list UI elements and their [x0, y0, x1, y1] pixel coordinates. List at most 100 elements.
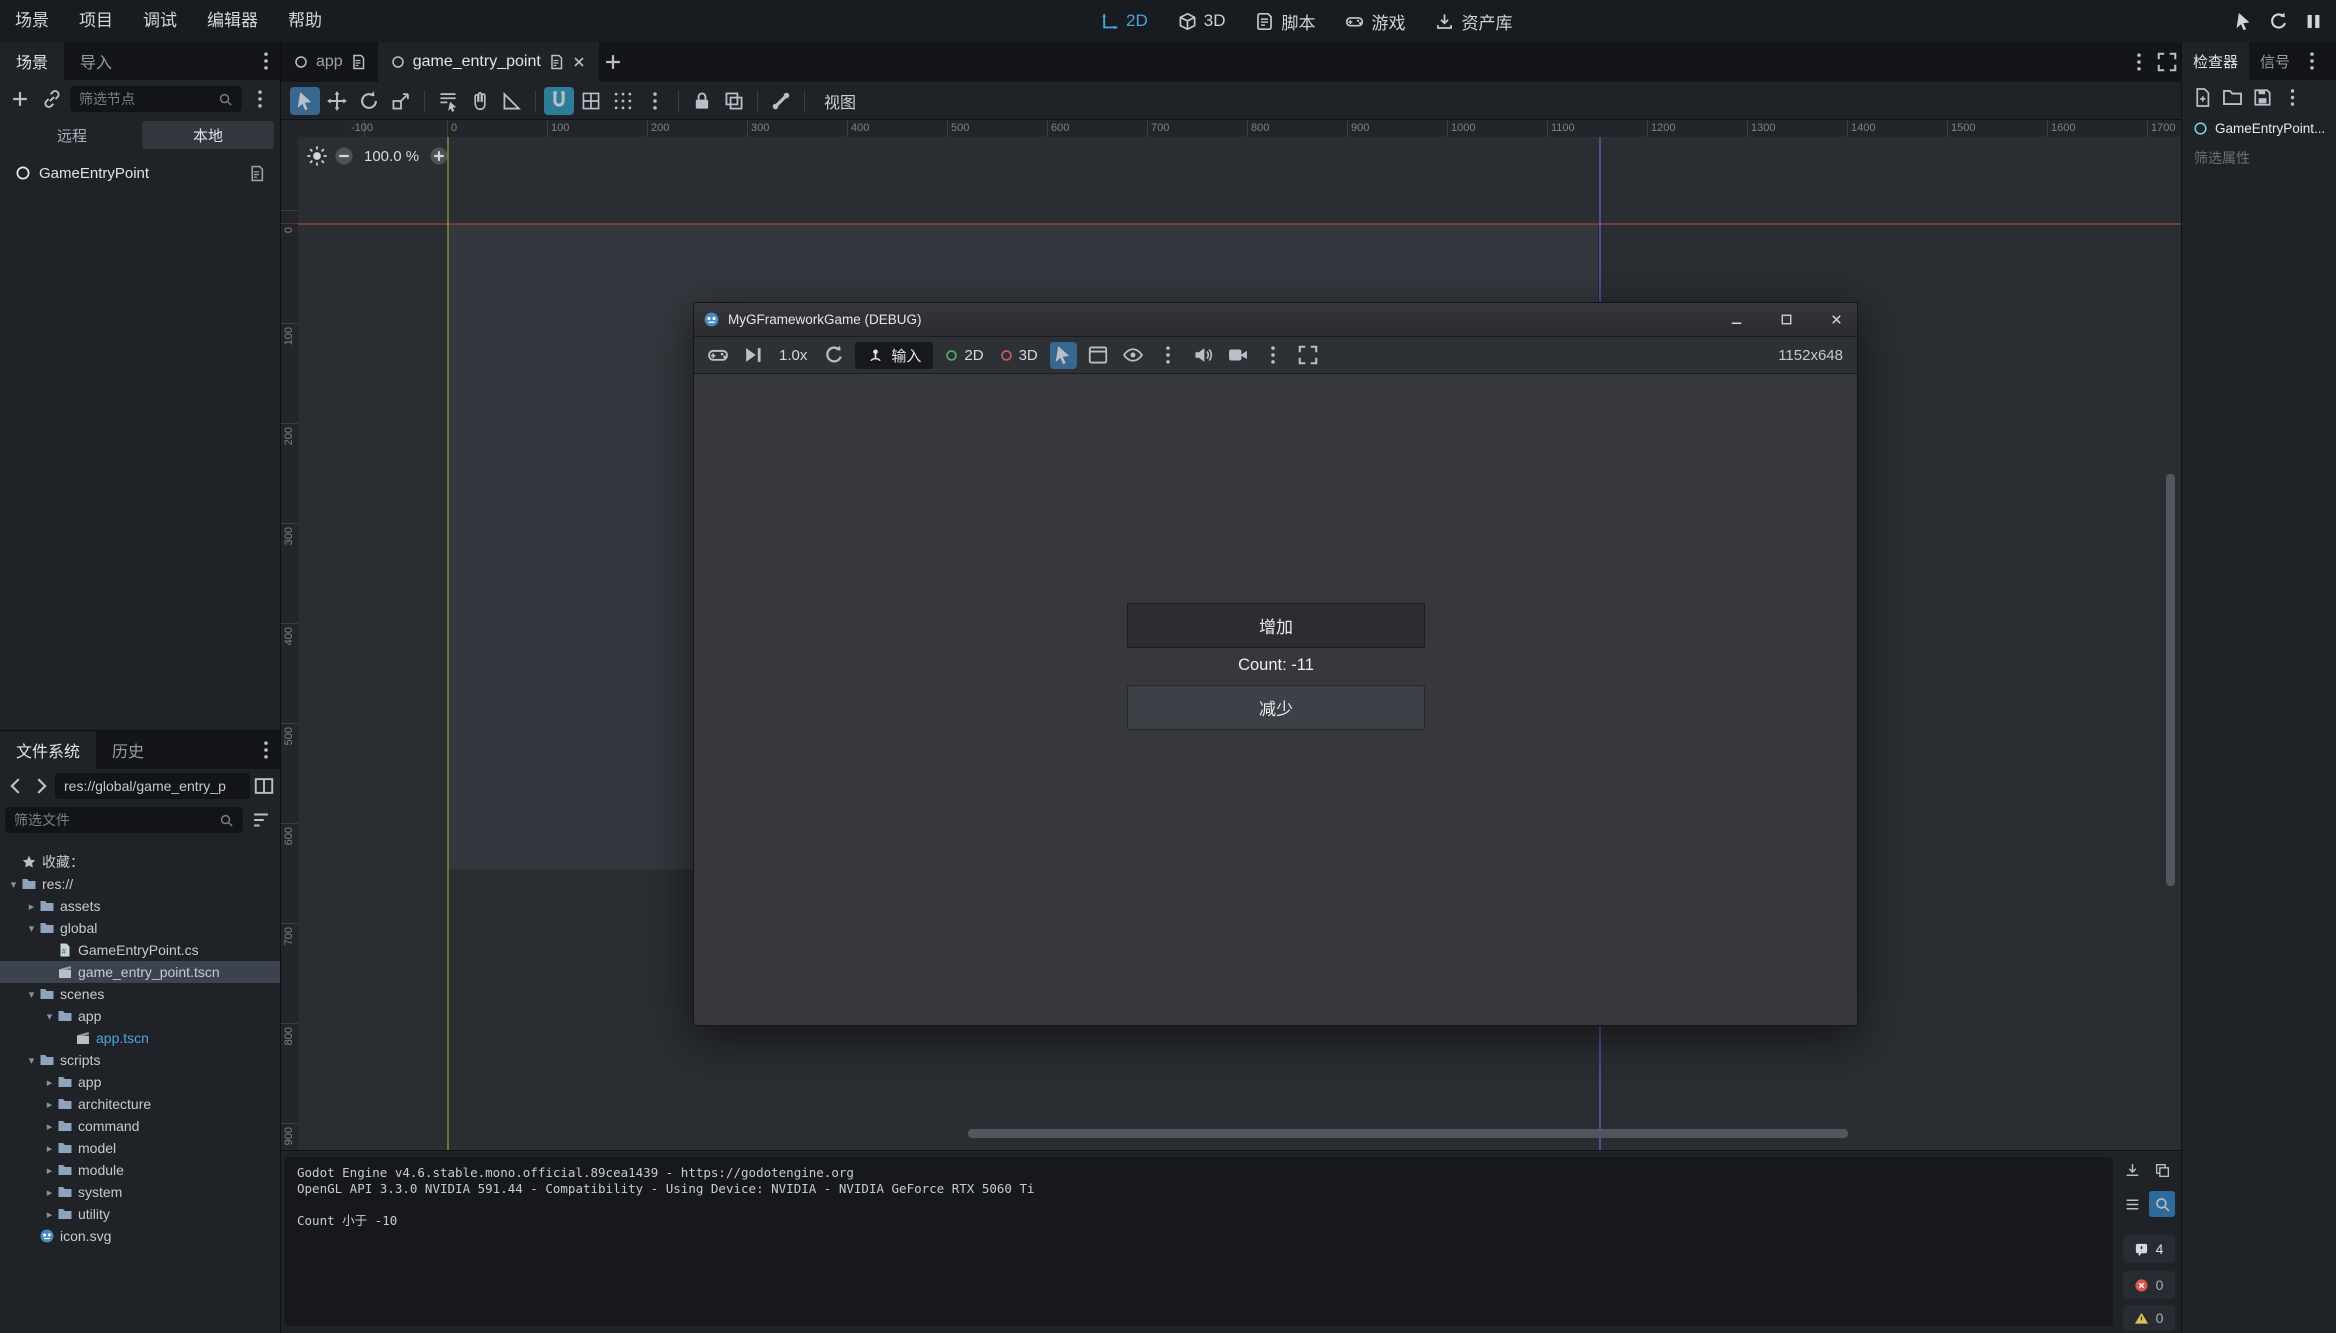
- file-row[interactable]: ▸command: [0, 1115, 280, 1137]
- file-row[interactable]: icon.svg: [0, 1225, 280, 1247]
- file-row[interactable]: game_entry_point.tscn: [0, 961, 280, 983]
- camera-override-button[interactable]: [1225, 342, 1252, 369]
- camera-options-button[interactable]: [1260, 342, 1287, 369]
- mode-3d-toggle[interactable]: 3D: [996, 347, 1042, 364]
- close-button[interactable]: [1815, 303, 1857, 336]
- game-fullscreen-button[interactable]: [1295, 342, 1322, 369]
- scale-tool-button[interactable]: [386, 87, 416, 115]
- forward-button[interactable]: [30, 775, 52, 797]
- increase-button[interactable]: 增加: [1127, 603, 1425, 648]
- output-filter-button[interactable]: [2119, 1191, 2145, 1217]
- skeleton-options-button[interactable]: [766, 87, 796, 115]
- view-menu-button[interactable]: 视图: [812, 89, 868, 113]
- file-row[interactable]: ▾app: [0, 1005, 280, 1027]
- segment-remote[interactable]: 远程: [6, 121, 138, 149]
- tree-arrow-icon[interactable]: ▾: [24, 988, 39, 1001]
- scene-tabs-menu-button[interactable]: [2125, 48, 2153, 76]
- suspend-button[interactable]: [704, 342, 731, 369]
- visibility-button[interactable]: [1120, 342, 1147, 369]
- file-row[interactable]: ▸utility: [0, 1203, 280, 1225]
- tree-arrow-icon[interactable]: ▾: [24, 1054, 39, 1067]
- ruler-tool-button[interactable]: [497, 87, 527, 115]
- workspace-2d[interactable]: 2D: [1100, 11, 1148, 31]
- tree-arrow-icon[interactable]: ▸: [42, 1120, 57, 1133]
- horizontal-scrollbar[interactable]: [968, 1129, 1848, 1138]
- file-row[interactable]: #GameEntryPoint.cs: [0, 939, 280, 961]
- file-row[interactable]: ▸system: [0, 1181, 280, 1203]
- tab-filesystem[interactable]: 文件系统: [0, 731, 96, 769]
- restart-button[interactable]: [820, 342, 847, 369]
- select-tool-button[interactable]: [290, 87, 320, 115]
- tab-signals[interactable]: 信号: [2249, 42, 2301, 80]
- zoom-level[interactable]: 100.0 %: [360, 148, 423, 165]
- copy-output-button[interactable]: [2149, 1157, 2175, 1183]
- tab-history[interactable]: 历史: [96, 731, 160, 769]
- minimize-button[interactable]: [1715, 303, 1757, 336]
- close-tab-icon[interactable]: [571, 54, 587, 70]
- smart-snap-button[interactable]: [544, 87, 574, 115]
- distraction-free-button[interactable]: [2153, 48, 2181, 76]
- tree-arrow-icon[interactable]: ▸: [42, 1186, 57, 1199]
- game-select-mode-button[interactable]: [1050, 342, 1077, 369]
- tree-arrow-icon[interactable]: ▸: [42, 1164, 57, 1177]
- file-row[interactable]: ▸architecture: [0, 1093, 280, 1115]
- reload-icon[interactable]: [2268, 11, 2289, 32]
- new-resource-icon[interactable]: [2192, 87, 2213, 108]
- workspace-assetlib[interactable]: 资产库: [1435, 9, 1512, 34]
- menu-editor[interactable]: 编辑器: [192, 0, 273, 42]
- save-resource-icon[interactable]: [2252, 87, 2273, 108]
- vertical-scrollbar[interactable]: [2166, 474, 2175, 886]
- workspace-game[interactable]: 游戏: [1345, 9, 1405, 34]
- pan-tool-button[interactable]: [465, 87, 495, 115]
- menu-scene[interactable]: 场景: [0, 0, 64, 42]
- file-row[interactable]: ▾scripts: [0, 1049, 280, 1071]
- tab-scene[interactable]: 场景: [0, 42, 64, 80]
- workspace-script[interactable]: 脚本: [1255, 9, 1315, 34]
- group-node-button[interactable]: [719, 87, 749, 115]
- next-frame-button[interactable]: [739, 342, 766, 369]
- tree-arrow-icon[interactable]: ▸: [42, 1142, 57, 1155]
- decrease-button[interactable]: 减少: [1127, 685, 1425, 730]
- add-node-button[interactable]: [6, 85, 34, 113]
- back-button[interactable]: [5, 775, 27, 797]
- save-output-button[interactable]: [2119, 1157, 2145, 1183]
- game-panel-mode-button[interactable]: [1085, 342, 1112, 369]
- rotate-tool-button[interactable]: [354, 87, 384, 115]
- warning-count-badge[interactable]: 0: [2123, 1305, 2175, 1331]
- filter-properties-input[interactable]: 筛选属性: [2182, 142, 2336, 174]
- lock-node-button[interactable]: [687, 87, 717, 115]
- game-window-titlebar[interactable]: MyGFrameworkGame (DEBUG): [694, 303, 1857, 337]
- split-view-button[interactable]: [253, 775, 275, 797]
- menu-debug[interactable]: 调试: [128, 0, 192, 42]
- menu-help[interactable]: 帮助: [273, 0, 337, 42]
- file-row[interactable]: 收藏：: [0, 851, 280, 873]
- tree-arrow-icon[interactable]: ▸: [42, 1098, 57, 1111]
- attached-script-icon[interactable]: [248, 165, 265, 182]
- file-row[interactable]: ▾scenes: [0, 983, 280, 1005]
- speed-dropdown[interactable]: 1.0x: [774, 347, 812, 364]
- zoom-out-icon[interactable]: [333, 145, 355, 167]
- audio-mute-button[interactable]: [1190, 342, 1217, 369]
- list-select-button[interactable]: [433, 87, 463, 115]
- snap-dots-button[interactable]: [608, 87, 638, 115]
- tree-arrow-icon[interactable]: ▸: [42, 1076, 57, 1089]
- file-row[interactable]: ▾res://: [0, 873, 280, 895]
- file-row[interactable]: ▸model: [0, 1137, 280, 1159]
- load-resource-icon[interactable]: [2222, 87, 2243, 108]
- file-row[interactable]: ▸app: [0, 1071, 280, 1093]
- mode-2d-toggle[interactable]: 2D: [941, 347, 987, 364]
- scene-tab-app[interactable]: app: [281, 42, 378, 82]
- snap-options-button[interactable]: [640, 87, 670, 115]
- grid-snap-button[interactable]: [576, 87, 606, 115]
- file-row[interactable]: ▸module: [0, 1159, 280, 1181]
- path-field[interactable]: res://global/game_entry_p: [55, 773, 250, 799]
- tree-arrow-icon[interactable]: ▸: [42, 1208, 57, 1221]
- file-row[interactable]: app.tscn: [0, 1027, 280, 1049]
- scene-dock-menu-button[interactable]: [252, 47, 280, 75]
- move-tool-button[interactable]: [322, 87, 352, 115]
- cursor-icon[interactable]: [2233, 11, 2254, 32]
- sort-files-button[interactable]: [247, 806, 275, 834]
- tree-arrow-icon[interactable]: ▾: [42, 1010, 57, 1023]
- scene-node-root[interactable]: GameEntryPoint: [0, 158, 280, 188]
- filter-files-input[interactable]: 筛选文件: [5, 807, 243, 833]
